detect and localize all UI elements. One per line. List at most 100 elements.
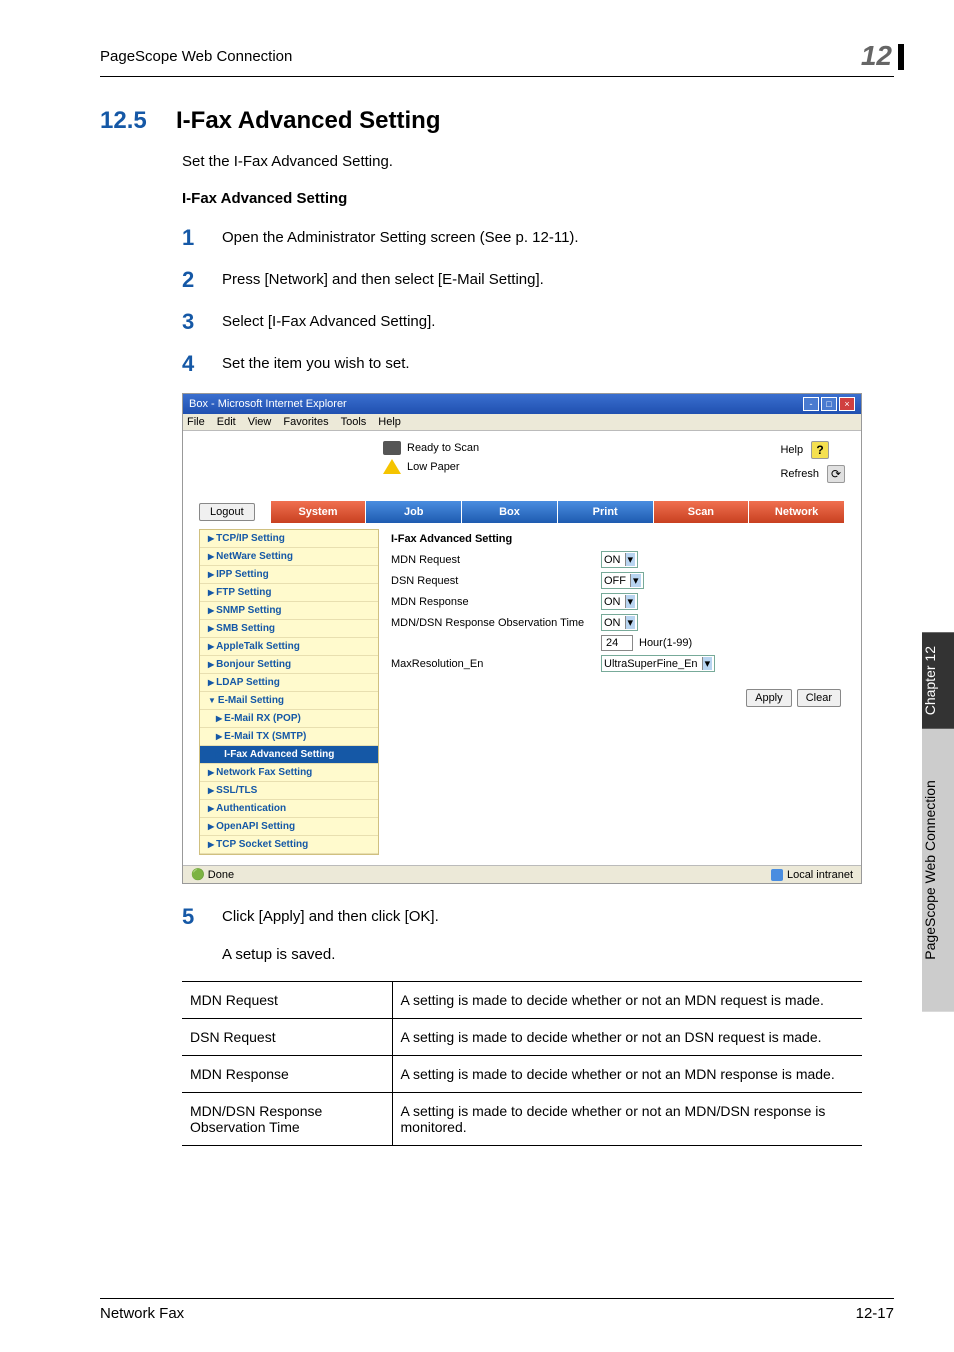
sidebar-item-tcpip[interactable]: TCP/IP Setting [200, 530, 378, 548]
status-done: 🟢 Done [191, 868, 234, 881]
browser-body: Ready to Scan Low Paper Help ? Refresh ⟳ [183, 431, 861, 883]
sidebar-item-netware[interactable]: NetWare Setting [200, 548, 378, 566]
cell-key: MDN/DSN Response Observation Time [182, 1093, 392, 1146]
header-right-column: Help ? Refresh ⟳ [780, 441, 845, 489]
status-lowpaper: Low Paper [383, 459, 479, 474]
tab-print[interactable]: Print [558, 501, 654, 523]
status-zone: Local intranet [771, 869, 853, 881]
section-number: 12.5 [100, 107, 160, 135]
status-column: Ready to Scan Low Paper [383, 441, 479, 478]
close-icon[interactable]: × [839, 397, 855, 411]
sidebar-item-openapi[interactable]: OpenAPI Setting [200, 818, 378, 836]
cell-val: A setting is made to decide whether or n… [392, 982, 862, 1019]
step-5: 5 Click [Apply] and then click [OK]. [182, 904, 894, 930]
step-text: Open the Administrator Setting screen (S… [222, 225, 579, 246]
tab-scan[interactable]: Scan [654, 501, 750, 523]
cell-val: A setting is made to decide whether or n… [392, 1056, 862, 1093]
status-ready-label: Ready to Scan [407, 442, 479, 454]
sidebar-item-ipp[interactable]: IPP Setting [200, 566, 378, 584]
cell-val: A setting is made to decide whether or n… [392, 1019, 862, 1056]
select-maxres[interactable]: UltraSuperFine_En [601, 655, 715, 672]
content-title: I-Fax Advanced Setting [391, 533, 841, 545]
table-row: MDN/DSN Response Observation Time A sett… [182, 1093, 862, 1146]
cell-key: MDN Response [182, 1056, 392, 1093]
tab-network[interactable]: Network [749, 501, 845, 523]
screenshot-window: Box - Microsoft Internet Explorer - □ × … [182, 393, 862, 884]
footer-right: 12-17 [856, 1305, 894, 1322]
help-link[interactable]: Help [780, 444, 803, 456]
menu-help[interactable]: Help [378, 416, 401, 428]
logout-button[interactable]: Logout [199, 503, 255, 521]
sidebar-item-appletalk[interactable]: AppleTalk Setting [200, 638, 378, 656]
step-3: 3 Select [I-Fax Advanced Setting]. [182, 309, 894, 335]
maximize-icon[interactable]: □ [821, 397, 837, 411]
sidebar-item-ftp[interactable]: FTP Setting [200, 584, 378, 602]
cell-key: DSN Request [182, 1019, 392, 1056]
step-text: Select [I-Fax Advanced Setting]. [222, 309, 435, 330]
steps-list-5: 5 Click [Apply] and then click [OK]. [182, 904, 894, 930]
sidebar-item-tcpsocket[interactable]: TCP Socket Setting [200, 836, 378, 854]
step-text: Click [Apply] and then click [OK]. [222, 904, 439, 925]
hours-suffix: Hour(1-99) [639, 637, 692, 649]
select-dsn-request[interactable]: OFF [601, 572, 644, 589]
apply-button[interactable]: Apply [746, 689, 792, 707]
menu-favorites[interactable]: Favorites [283, 416, 328, 428]
tab-job[interactable]: Job [366, 501, 462, 523]
sidebar-item-ifax-advanced[interactable]: I-Fax Advanced Setting [200, 746, 378, 764]
step-text: Press [Network] and then select [E-Mail … [222, 267, 544, 288]
cell-key: MDN Request [182, 982, 392, 1019]
step-text: Set the item you wish to set. [222, 351, 410, 372]
help-icon[interactable]: ? [811, 441, 829, 459]
minimize-icon[interactable]: - [803, 397, 819, 411]
select-mdn-request[interactable]: ON [601, 551, 638, 568]
footer-left: Network Fax [100, 1305, 184, 1322]
row-label-mdn-response: MDN Response [391, 596, 601, 608]
input-hours[interactable]: 24 [601, 635, 633, 651]
step-4: 4 Set the item you wish to set. [182, 351, 894, 377]
row-label-dsn-request: DSN Request [391, 575, 601, 587]
step-number: 4 [182, 351, 222, 377]
window-title: Box - Microsoft Internet Explorer [189, 398, 347, 410]
sidebar-item-snmp[interactable]: SNMP Setting [200, 602, 378, 620]
refresh-link[interactable]: Refresh [780, 468, 819, 480]
steps-list: 1 Open the Administrator Setting screen … [182, 225, 894, 377]
menu-view[interactable]: View [248, 416, 272, 428]
header-left: PageScope Web Connection [100, 48, 292, 65]
step-number: 2 [182, 267, 222, 293]
step-number: 5 [182, 904, 222, 930]
sidebar-item-bonjour[interactable]: Bonjour Setting [200, 656, 378, 674]
subheading: I-Fax Advanced Setting [182, 190, 894, 207]
zone-text: Local intranet [787, 869, 853, 881]
sidebar-item-auth[interactable]: Authentication [200, 800, 378, 818]
main-area: TCP/IP Setting NetWare Setting IPP Setti… [183, 523, 861, 865]
sidebar-item-email-rx[interactable]: E-Mail RX (POP) [200, 710, 378, 728]
section-intro: Set the I-Fax Advanced Setting. [182, 153, 894, 170]
window-buttons: - □ × [803, 397, 855, 411]
menu-tools[interactable]: Tools [341, 416, 367, 428]
sidebar-item-ssltls[interactable]: SSL/TLS [200, 782, 378, 800]
side-tab: Chapter 12 PageScope Web Connection [922, 632, 954, 1012]
sidebar-item-email-tx[interactable]: E-Mail TX (SMTP) [200, 728, 378, 746]
status-ready: Ready to Scan [383, 441, 479, 455]
menu-file[interactable]: File [187, 416, 205, 428]
table-row: MDN Response A setting is made to decide… [182, 1056, 862, 1093]
table-row: DSN Request A setting is made to decide … [182, 1019, 862, 1056]
sidebar-item-networkfax[interactable]: Network Fax Setting [200, 764, 378, 782]
tab-box[interactable]: Box [462, 501, 558, 523]
menu-edit[interactable]: Edit [217, 416, 236, 428]
sidebar-item-smb[interactable]: SMB Setting [200, 620, 378, 638]
section-title-text: I-Fax Advanced Setting [176, 107, 441, 134]
step-number: 1 [182, 225, 222, 251]
page-status-header: Ready to Scan Low Paper Help ? Refresh ⟳ [183, 431, 861, 493]
refresh-icon[interactable]: ⟳ [827, 465, 845, 483]
sidebar-item-ldap[interactable]: LDAP Setting [200, 674, 378, 692]
select-mdn-response[interactable]: ON [601, 593, 638, 610]
clear-button[interactable]: Clear [797, 689, 841, 707]
content-panel: I-Fax Advanced Setting MDN Request ON DS… [387, 529, 845, 855]
cell-val: A setting is made to decide whether or n… [392, 1093, 862, 1146]
tab-system[interactable]: System [271, 501, 367, 523]
row-label-maxres: MaxResolution_En [391, 658, 601, 670]
select-obs-time[interactable]: ON [601, 614, 638, 631]
side-tab-title: PageScope Web Connection [922, 729, 954, 1012]
sidebar-item-email[interactable]: E-Mail Setting [200, 692, 378, 710]
